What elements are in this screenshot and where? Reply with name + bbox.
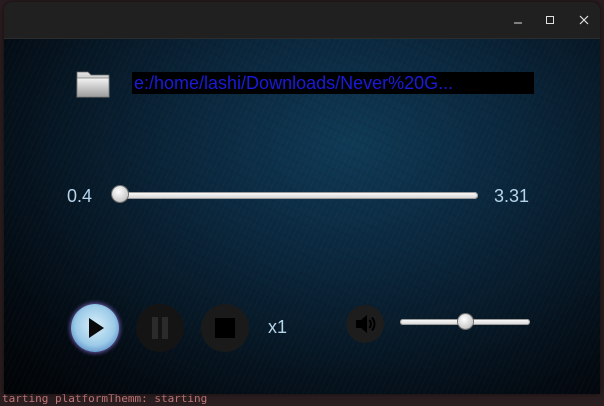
maximize-button[interactable] bbox=[536, 10, 564, 30]
close-icon bbox=[579, 15, 589, 25]
title-bar bbox=[4, 2, 600, 39]
minimize-button[interactable] bbox=[504, 10, 532, 30]
seek-bar[interactable] bbox=[116, 192, 478, 199]
volume-handle[interactable] bbox=[457, 314, 473, 329]
maximize-icon bbox=[546, 16, 554, 24]
open-file-button[interactable] bbox=[74, 64, 112, 102]
minimize-icon bbox=[514, 22, 522, 24]
background-terminal-text: tarting platformThemm: starting bbox=[0, 392, 604, 406]
playback-speed[interactable]: x1 bbox=[268, 316, 287, 338]
play-icon bbox=[89, 318, 104, 338]
seek-handle[interactable] bbox=[112, 186, 128, 202]
current-time: 0.4 bbox=[67, 186, 93, 206]
mute-button[interactable] bbox=[346, 305, 384, 343]
pause-button[interactable] bbox=[136, 304, 184, 352]
pause-icon bbox=[152, 317, 168, 339]
close-button[interactable] bbox=[570, 10, 598, 30]
folder-icon bbox=[76, 71, 110, 98]
file-path-field[interactable]: e:/home/lashi/Downloads/Never%20G... bbox=[132, 72, 534, 94]
play-button[interactable] bbox=[71, 304, 119, 352]
speaker-icon bbox=[356, 315, 376, 333]
stop-button[interactable] bbox=[201, 304, 249, 352]
stop-icon bbox=[215, 318, 235, 338]
total-time: 3.31 bbox=[494, 186, 530, 206]
media-player-window: e:/home/lashi/Downloads/Never%20G... 0.4… bbox=[4, 2, 600, 394]
